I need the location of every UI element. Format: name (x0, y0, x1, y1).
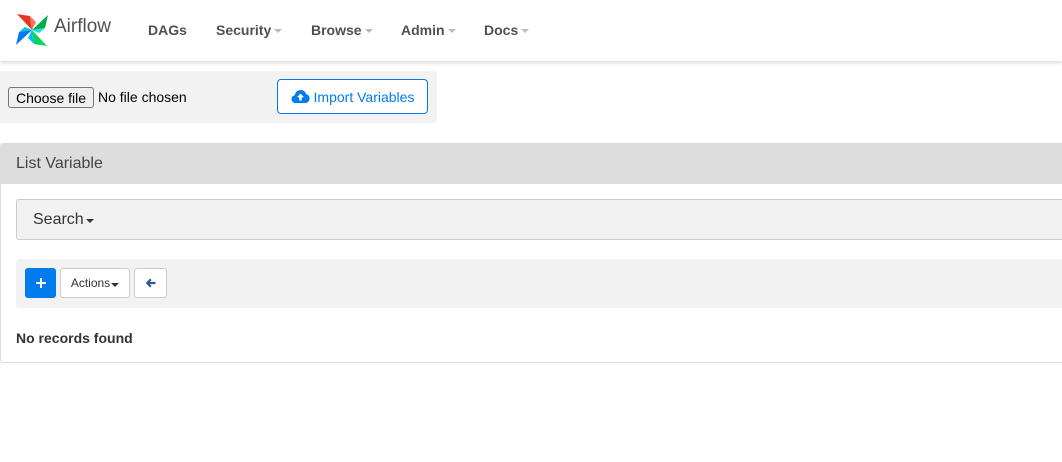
plus-icon (35, 278, 46, 288)
search-toggle[interactable]: Search (16, 199, 1062, 240)
list-toolbar: Actions (16, 259, 1062, 308)
nav-security[interactable]: Security (216, 22, 283, 38)
caret-down-icon (274, 29, 283, 33)
caret-down-icon (364, 29, 373, 33)
brand-link[interactable]: Airflow (14, 12, 111, 48)
nav-admin[interactable]: Admin (401, 22, 456, 38)
arrow-left-icon (145, 278, 156, 288)
actions-dropdown[interactable]: Actions (60, 268, 130, 298)
choose-file-button[interactable]: Choose file (8, 87, 95, 108)
nav-browse-label: Browse (311, 22, 362, 38)
search-label: Search (33, 210, 84, 228)
import-variables-button[interactable]: Import Variables (277, 79, 428, 114)
navbar: Airflow DAGs Security Browse Admin Docs (0, 0, 1062, 61)
brand-name: Airflow (54, 16, 112, 37)
caret-down-icon (111, 282, 120, 287)
empty-state-message: No records found (16, 330, 133, 346)
cloud-upload-icon (291, 90, 310, 103)
add-record-button[interactable] (25, 268, 56, 298)
caret-down-icon (85, 219, 94, 223)
nav-security-label: Security (216, 22, 272, 38)
panel-heading: List Variable (1, 144, 1062, 184)
back-button[interactable] (134, 268, 167, 298)
actions-label: Actions (70, 276, 111, 290)
import-variables-label: Import Variables (313, 88, 415, 105)
list-variable-panel: List Variable Search Actions No records … (0, 143, 1062, 363)
nav-docs-label: Docs (484, 22, 519, 38)
airflow-logo-icon (16, 14, 48, 46)
nav-dags[interactable]: DAGs (148, 22, 187, 38)
import-variables-form: Choose file No file chosen Import Variab… (0, 71, 437, 123)
nav-browse[interactable]: Browse (311, 22, 373, 38)
nav-admin-label: Admin (401, 22, 445, 38)
caret-down-icon (521, 29, 530, 33)
caret-down-icon (447, 29, 456, 33)
file-status-text: No file chosen (98, 89, 187, 105)
nav-docs[interactable]: Docs (484, 22, 530, 38)
nav-dags-label: DAGs (148, 22, 187, 38)
panel-title: List Variable (16, 155, 103, 172)
